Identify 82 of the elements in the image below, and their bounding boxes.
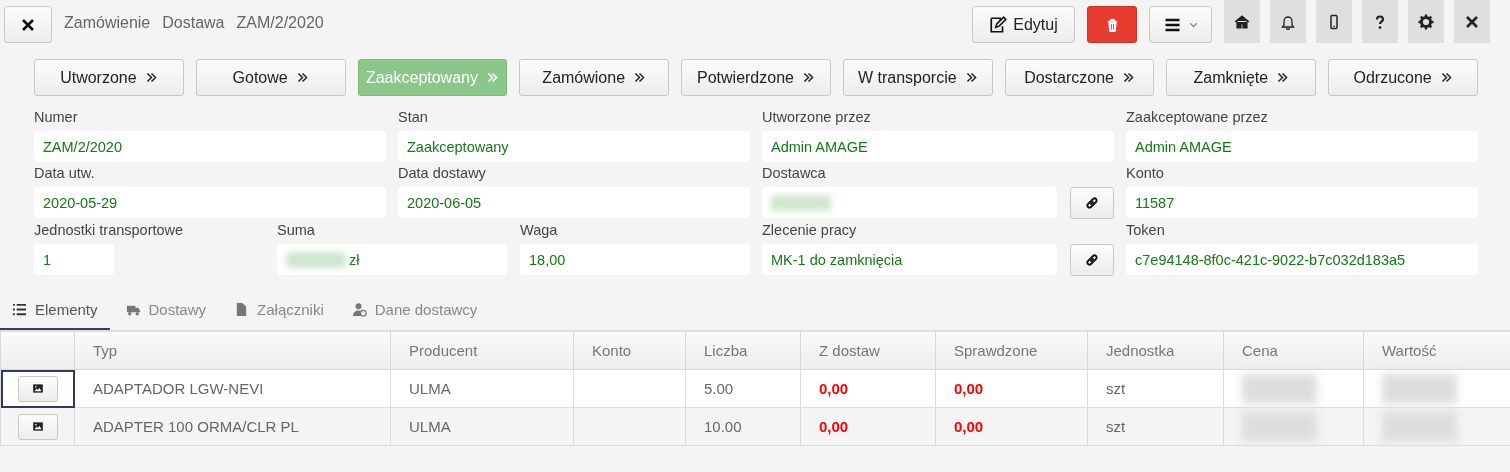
table-cell: szt — [1087, 407, 1224, 446]
table-cell: 0,00 — [800, 407, 936, 446]
double-chevron-icon — [1439, 71, 1453, 84]
input-field[interactable] — [762, 187, 1057, 218]
status-step-button[interactable]: W transporcie — [842, 59, 993, 96]
table-cell: ULMA — [390, 407, 574, 446]
close-button[interactable] — [4, 6, 52, 43]
field-label: Konto — [1126, 165, 1165, 183]
list-icon — [12, 301, 27, 317]
column-header: Jednostka — [1087, 331, 1224, 370]
link-button[interactable] — [1070, 187, 1114, 219]
field-label: Suma — [277, 222, 316, 240]
column-header: Cena — [1223, 331, 1364, 370]
breadcrumb-item: Zamówienie — [64, 14, 151, 32]
input-field[interactable]: 18,00 — [520, 244, 750, 275]
table-cell: 0,00 — [800, 369, 936, 408]
link-icon — [1084, 252, 1100, 268]
status-step-button[interactable]: Zamówione — [519, 59, 670, 96]
close-icon — [20, 16, 36, 33]
column-header: Liczba — [685, 331, 801, 370]
image-icon — [31, 421, 44, 432]
double-chevron-icon — [964, 71, 978, 84]
status-step-button[interactable]: Gotowe — [195, 59, 346, 96]
double-chevron-icon — [633, 71, 647, 84]
double-chevron-icon — [1121, 71, 1135, 84]
status-step-button[interactable]: Odrzucone — [1328, 59, 1478, 96]
input-field[interactable]: zł — [277, 244, 507, 275]
table-cell: szt — [1087, 369, 1224, 408]
table-cell: ADAPTADOR LGW-NEVI — [74, 369, 391, 408]
column-header: Konto — [573, 331, 686, 370]
column-header: Z dostaw — [800, 331, 936, 370]
status-step-button[interactable]: Dostarczone — [1004, 59, 1155, 96]
double-chevron-icon — [801, 71, 815, 84]
field-label: Numer — [34, 109, 79, 127]
column-header: Sprawdzone — [935, 331, 1088, 370]
double-chevron-icon — [485, 71, 499, 84]
input-field[interactable]: 11587 — [1126, 187, 1478, 218]
field-label: Dostawca — [762, 165, 827, 183]
input-field[interactable]: Zaakceptowany — [398, 131, 750, 162]
column-header: Producent — [390, 331, 574, 370]
tab[interactable]: Dane dostawcy — [339, 294, 490, 330]
table-cell: 0,00 — [935, 407, 1088, 446]
column-header: Typ — [74, 331, 391, 370]
input-field[interactable]: 2020-05-29 — [34, 187, 386, 218]
double-chevron-icon — [1276, 71, 1290, 84]
image-icon — [31, 383, 44, 394]
breadcrumb-item: Dostawa — [162, 14, 225, 32]
field-label: Stan — [398, 109, 429, 127]
input-field[interactable]: c7e94148-8f0c-421c-9022-b7c032d183a5 — [1126, 244, 1478, 275]
image-button[interactable] — [17, 375, 58, 402]
double-chevron-icon — [144, 71, 158, 84]
table-cell: 5.00 — [685, 369, 801, 408]
field-label: Jednostki transportowe — [34, 222, 185, 240]
field-label: Data utw. — [34, 165, 96, 183]
field-label: Waga — [520, 222, 559, 240]
table-cell: ADAPTER 100 ORMA/CLR PL — [74, 407, 391, 446]
status-step-button[interactable]: Utworzone — [34, 59, 184, 96]
table-cell: 10.00 — [685, 407, 801, 446]
user-clock-icon — [351, 301, 367, 317]
input-field[interactable]: ZAM/2/2020 — [34, 131, 386, 162]
link-icon — [1084, 195, 1100, 211]
field-label: Token — [1126, 222, 1166, 240]
tab[interactable]: Dostawy — [113, 294, 219, 330]
input-field[interactable]: Admin AMAGE — [762, 131, 1114, 162]
field-label: Zlecenie pracy — [762, 222, 858, 240]
input-field[interactable]: 1 — [34, 244, 114, 275]
status-step-button[interactable]: Zamknięte — [1166, 59, 1317, 96]
field-label: Utworzone przez — [762, 109, 872, 127]
input-field[interactable]: Admin AMAGE — [1126, 131, 1478, 162]
image-button[interactable] — [17, 413, 58, 440]
status-step-button[interactable]: Potwierdzone — [681, 59, 831, 96]
input-field[interactable]: MK-1 do zamknięcia — [762, 244, 1057, 275]
link-button[interactable] — [1070, 244, 1114, 276]
breadcrumb-item: ZAM/2/2020 — [236, 14, 324, 32]
input-field[interactable]: 2020-06-05 — [398, 187, 750, 218]
table-cell: ULMA — [390, 369, 574, 408]
field-label: Zaakceptowane przez — [1126, 109, 1269, 127]
double-chevron-icon — [295, 71, 309, 84]
table-cell: 0,00 — [935, 369, 1088, 408]
field-label: Data dostawy — [398, 165, 487, 183]
tab[interactable]: Załączniki — [222, 294, 336, 330]
column-header: Wartość — [1363, 331, 1510, 370]
